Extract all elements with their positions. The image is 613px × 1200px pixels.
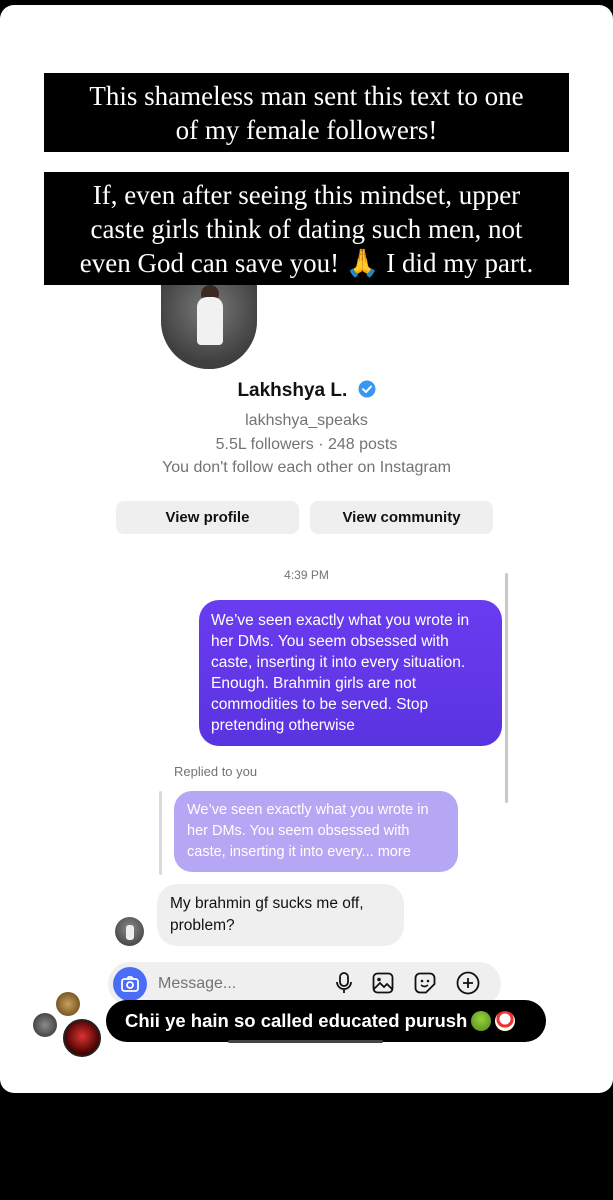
- caption-line: of my female followers!: [175, 115, 438, 145]
- profile-name-row: Lakhshya L.: [0, 380, 613, 404]
- story-caption-bottom: If, even after seeing this mindset, uppe…: [44, 172, 569, 285]
- avatar: [56, 992, 80, 1016]
- incoming-message-bubble[interactable]: My brahmin gf sucks me off, problem?: [157, 884, 404, 946]
- caption-line: This shameless man sent this text to one: [89, 81, 524, 111]
- camera-icon[interactable]: [113, 967, 147, 1001]
- profile-handle: lakhshya_speaks: [245, 412, 368, 429]
- replied-to-label: Replied to you: [174, 764, 258, 779]
- caption-line: If, even after seeing this mindset, uppe…: [92, 180, 521, 210]
- outgoing-message-bubble[interactable]: We’ve seen exactly what you wrote in her…: [199, 600, 502, 746]
- avatar: [33, 1013, 57, 1037]
- caption-line: caste girls think of dating such men, no…: [90, 214, 523, 244]
- story-caption-top: This shameless man sent this text to one…: [44, 73, 569, 152]
- clown-face-emoji-icon: [495, 1011, 516, 1031]
- profile-stats: 5.5L followers · 248 posts: [215, 436, 398, 453]
- story-reply-bubble: Chii ye hain so called educated purush: [106, 1000, 546, 1042]
- story-reply-text: Chii ye hain so called educated purush: [125, 1010, 468, 1031]
- quote-bar: [159, 791, 162, 875]
- view-community-button[interactable]: View community: [310, 501, 493, 534]
- add-icon[interactable]: [455, 970, 481, 996]
- sender-avatar[interactable]: [115, 917, 144, 946]
- caption-line: even God can save you! 🙏 I did my part.: [79, 248, 534, 278]
- home-indicator: [228, 1040, 383, 1043]
- verified-badge-icon: [358, 380, 376, 404]
- avatar: [63, 1019, 101, 1057]
- message-timestamp: 4:39 PM: [284, 568, 329, 582]
- sticker-icon[interactable]: [412, 970, 438, 996]
- quoted-message-bubble[interactable]: We’ve seen exactly what you wrote in her…: [174, 791, 458, 872]
- nauseated-face-emoji-icon: [471, 1011, 492, 1031]
- message-input[interactable]: [158, 973, 328, 995]
- view-profile-button[interactable]: View profile: [116, 501, 299, 534]
- gallery-icon[interactable]: [370, 970, 396, 996]
- chat-scrollbar[interactable]: [505, 573, 508, 803]
- microphone-icon[interactable]: [331, 970, 357, 996]
- profile-avatar[interactable]: [161, 283, 257, 369]
- follow-status-note: You don't follow each other on Instagram: [162, 459, 451, 476]
- profile-name: Lakhshya L.: [237, 380, 348, 401]
